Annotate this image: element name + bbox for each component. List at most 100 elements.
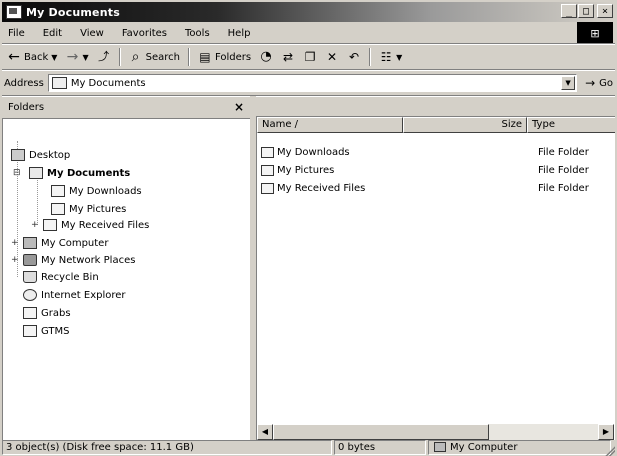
chevron-down-icon[interactable]: ▼ (51, 53, 57, 62)
horizontal-scrollbar[interactable]: ◀ ▶ (257, 424, 614, 440)
close-button[interactable]: × (597, 4, 613, 18)
address-input[interactable]: My Documents ▼ (47, 74, 578, 92)
tree-item-my-documents[interactable]: My Documents (29, 167, 130, 179)
copy-to-button[interactable] (300, 47, 320, 67)
tree-item-label: Recycle Bin (41, 271, 99, 283)
list-item[interactable]: My Downloads File Folder (261, 145, 615, 159)
tree-item-my-pictures[interactable]: My Pictures (51, 203, 126, 215)
expand-toggle[interactable]: + (11, 255, 19, 265)
minimize-button[interactable]: _ (561, 4, 577, 18)
tree-item-label: My Documents (47, 167, 131, 179)
expand-toggle[interactable]: + (31, 220, 39, 230)
views-button[interactable]: ▼ (376, 47, 405, 67)
file-list[interactable]: Name / Size Type My Downloads File Folde… (256, 116, 615, 440)
menu-tools[interactable]: Tools (176, 28, 219, 39)
tree-item-grabs[interactable]: Grabs (23, 307, 71, 319)
back-button[interactable]: Back ▼ (4, 47, 60, 67)
close-folders-pane-button[interactable]: × (234, 100, 244, 114)
folders-button[interactable]: Folders (195, 47, 254, 67)
delete-button[interactable] (322, 47, 342, 67)
menu-view[interactable]: View (71, 28, 113, 39)
tree-connector (37, 171, 38, 225)
file-type: File Folder (538, 146, 589, 158)
resize-grip[interactable] (603, 444, 615, 456)
list-item[interactable]: My Pictures File Folder (261, 163, 615, 177)
column-header-type[interactable]: Type (527, 117, 615, 133)
search-icon (129, 50, 143, 64)
status-location: My Computer (428, 440, 611, 455)
list-item[interactable]: My Received Files File Folder (261, 181, 615, 195)
tree-item-desktop[interactable]: Desktop (11, 149, 70, 161)
tree-item-gtms[interactable]: GTMS (23, 325, 69, 337)
tree-item-label: My Downloads (69, 185, 142, 197)
address-dropdown-button[interactable]: ▼ (561, 76, 576, 90)
tree-item-label: My Received Files (61, 219, 150, 231)
search-label: Search (145, 51, 180, 63)
tree-item-my-computer[interactable]: My Computer (23, 237, 108, 249)
menu-favorites[interactable]: Favorites (113, 28, 176, 39)
back-label: Back (24, 51, 49, 63)
go-button[interactable]: Go (583, 76, 613, 90)
tree-item-label: Desktop (29, 149, 71, 161)
menu-edit[interactable]: Edit (34, 28, 71, 39)
collapse-toggle[interactable]: ⊟ (13, 168, 21, 178)
menu-bar: File Edit View Favorites Tools Help ⊞ (4, 22, 613, 44)
undo-button[interactable] (344, 47, 364, 67)
folders-label: Folders (214, 51, 252, 63)
title-bar[interactable]: My Documents _ □ × (2, 2, 615, 22)
scroll-left-button[interactable]: ◀ (257, 424, 273, 440)
file-name: My Downloads (277, 146, 350, 158)
folder-icon (51, 185, 65, 197)
up-folder-icon (97, 50, 111, 64)
menu-file[interactable]: File (4, 28, 34, 39)
toolbar-separator (369, 48, 372, 66)
scroll-thumb[interactable] (273, 424, 489, 440)
search-button[interactable]: Search (126, 47, 183, 67)
toolbar-separator-line (2, 69, 615, 71)
tree-item-my-network-places[interactable]: My Network Places (23, 254, 135, 266)
network-icon (23, 254, 37, 266)
status-size: 0 bytes (334, 440, 426, 455)
windows-logo-throbber: ⊞ (577, 22, 613, 44)
folder-icon (23, 307, 37, 319)
tree-item-label: Grabs (41, 307, 71, 319)
scroll-right-button[interactable]: ▶ (598, 424, 614, 440)
tree-item-my-received-files[interactable]: My Received Files (43, 219, 149, 231)
computer-icon (434, 442, 446, 452)
undo-icon (347, 50, 361, 64)
history-icon (259, 50, 273, 64)
tree-item-internet-explorer[interactable]: Internet Explorer (23, 289, 126, 301)
file-type: File Folder (538, 182, 589, 194)
tree-item-my-downloads[interactable]: My Downloads (51, 185, 142, 197)
chevron-down-icon[interactable]: ▼ (82, 53, 88, 62)
computer-icon (23, 237, 37, 249)
column-header-size[interactable]: Size (403, 117, 527, 133)
my-documents-icon (51, 77, 67, 89)
history-button[interactable] (256, 47, 276, 67)
toolbar-separator (118, 48, 121, 66)
address-value[interactable]: My Documents (71, 78, 146, 89)
maximize-button[interactable]: □ (578, 4, 594, 18)
menu-help[interactable]: Help (219, 28, 260, 39)
tree-item-recycle-bin[interactable]: Recycle Bin (23, 271, 99, 283)
delete-icon (325, 50, 339, 64)
folder-icon (261, 146, 274, 158)
file-name: My Received Files (277, 182, 366, 194)
chevron-down-icon[interactable]: ▼ (396, 53, 402, 62)
folder-icon (23, 325, 37, 337)
expand-toggle[interactable]: + (11, 238, 19, 248)
folders-tree[interactable]: Desktop ⊟ My Documents My Downloads My P… (2, 118, 250, 440)
window-title: My Documents (26, 5, 120, 19)
column-header-name[interactable]: Name / (257, 117, 403, 133)
move-to-button[interactable] (278, 47, 298, 67)
forward-arrow-icon (65, 50, 79, 64)
status-location-label: My Computer (450, 442, 518, 453)
tree-item-label: My Pictures (69, 203, 127, 215)
address-bar: Address My Documents ▼ Go (4, 72, 613, 94)
address-separator-line (2, 95, 615, 97)
up-button[interactable] (94, 47, 114, 67)
tree-item-label: My Computer (41, 237, 109, 249)
copy-to-icon (303, 50, 317, 64)
folder-icon (261, 182, 274, 194)
forward-button[interactable]: ▼ (62, 47, 91, 67)
